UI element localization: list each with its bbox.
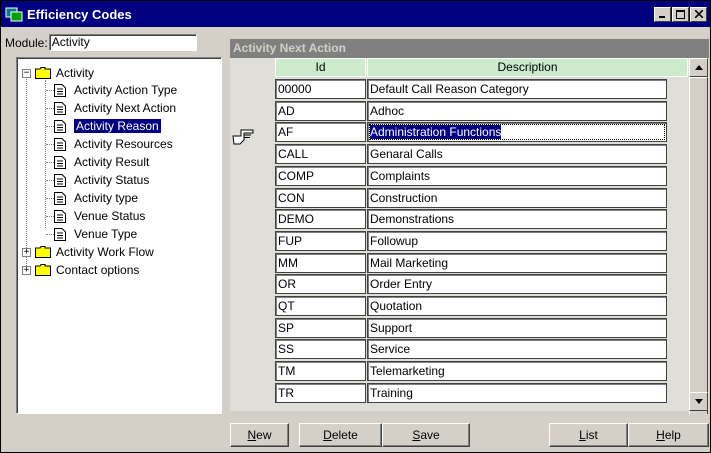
cell-id[interactable]: SS — [275, 339, 366, 359]
tree-item-activity-reason[interactable]: Activity Reason — [54, 119, 161, 133]
grid-scrollbar[interactable] — [689, 58, 708, 415]
document-icon — [54, 191, 66, 205]
cell-id[interactable]: OR — [275, 274, 366, 294]
tree-item-activity-next-action[interactable]: Activity Next Action — [54, 101, 176, 115]
window-title: Efficiency Codes — [27, 6, 132, 22]
tree-node-activity[interactable]: − Activity — [22, 66, 94, 80]
cell-description[interactable]: Training — [367, 383, 667, 403]
cell-description[interactable]: Default Call Reason Category — [367, 79, 667, 99]
tree-node-activity-work-flow[interactable]: + Activity Work Flow — [22, 245, 154, 259]
document-icon — [54, 227, 66, 241]
cell-id[interactable]: COMP — [275, 166, 366, 186]
cell-description[interactable]: Service — [367, 339, 667, 359]
delete-button[interactable]: Delete — [299, 423, 382, 447]
save-button[interactable]: Save — [382, 423, 470, 447]
document-icon — [54, 119, 66, 133]
cell-id[interactable]: AF — [275, 122, 366, 142]
tree-node-contact-options[interactable]: + Contact options — [22, 263, 139, 277]
title-bar: Efficiency Codes — [1, 1, 710, 27]
cell-id[interactable]: TR — [275, 383, 366, 403]
tree-item-activity-type[interactable]: Activity type — [54, 191, 138, 205]
tree-selected-label: Activity Reason — [74, 119, 161, 133]
minimize-icon[interactable] — [654, 6, 671, 22]
module-row: Module: Activity — [5, 34, 197, 51]
collapse-icon[interactable]: − — [22, 68, 31, 78]
cell-description[interactable]: Genaral Calls — [367, 144, 667, 164]
cell-description[interactable]: Quotation — [367, 296, 667, 316]
tree-label-activity: Activity — [56, 66, 95, 80]
tree-item-activity-action-type[interactable]: Activity Action Type — [54, 83, 177, 97]
cell-description[interactable]: Followup — [367, 231, 667, 251]
document-icon — [54, 209, 66, 223]
cell-id[interactable]: CON — [275, 188, 366, 208]
close-icon[interactable] — [690, 6, 707, 22]
cell-description[interactable]: Construction — [367, 188, 667, 208]
cell-description[interactable]: Telemarketing — [367, 361, 667, 381]
list-button[interactable]: List — [549, 423, 628, 447]
tree-item-activity-resources[interactable]: Activity Resources — [54, 137, 173, 151]
codes-grid: Id Description 00000 Default Call Reason … — [230, 58, 709, 411]
pointing-hand-icon — [232, 129, 254, 145]
cell-id[interactable]: FUP — [275, 231, 366, 251]
expand-icon[interactable]: + — [22, 265, 31, 275]
document-icon — [54, 155, 66, 169]
cell-description[interactable]: Mail Marketing — [367, 253, 667, 273]
scroll-up-icon[interactable] — [689, 58, 708, 77]
cell-id[interactable]: QT — [275, 296, 366, 316]
cell-description[interactable]: Order Entry — [367, 274, 667, 294]
tree-item-activity-result[interactable]: Activity Result — [54, 155, 149, 169]
module-label: Module: — [5, 35, 48, 50]
cell-description[interactable]: Support — [367, 318, 667, 338]
tree-item-venue-status[interactable]: Venue Status — [54, 209, 145, 223]
tree-item-activity-status[interactable]: Activity Status — [54, 173, 149, 187]
expand-icon[interactable]: + — [22, 247, 31, 257]
folder-icon — [35, 67, 51, 79]
cell-id[interactable]: MM — [275, 253, 366, 273]
grid-title: Activity Next Action — [230, 39, 709, 58]
cell-id[interactable]: CALL — [275, 144, 366, 164]
cell-id[interactable]: 00000 — [275, 79, 366, 99]
maximize-icon[interactable] — [672, 6, 689, 22]
scroll-thumb[interactable] — [689, 77, 708, 415]
cell-description[interactable]: Adhoc — [367, 101, 667, 121]
cell-description[interactable]: Administration Functions — [367, 122, 667, 142]
column-header-description[interactable]: Description — [367, 58, 688, 77]
module-tree[interactable]: − Activity Activity Action Type Activity… — [16, 57, 222, 414]
document-icon — [54, 173, 66, 187]
folder-icon — [35, 246, 51, 258]
help-button[interactable]: Help — [628, 423, 709, 447]
tree-item-venue-type[interactable]: Venue Type — [54, 227, 137, 241]
column-header-id[interactable]: Id — [275, 58, 366, 77]
folder-icon — [35, 264, 51, 276]
selected-description: Administration Functions — [370, 125, 502, 139]
scroll-down-icon[interactable] — [689, 392, 708, 411]
cell-id[interactable]: DEMO — [275, 209, 366, 229]
cell-id[interactable]: SP — [275, 318, 366, 338]
document-icon — [54, 101, 66, 115]
cell-id[interactable]: TM — [275, 361, 366, 381]
module-field[interactable]: Activity — [48, 34, 197, 51]
cell-description[interactable]: Demonstrations — [367, 209, 667, 229]
new-button[interactable]: New — [230, 423, 289, 447]
document-icon — [54, 137, 66, 151]
efficiency-codes-window: Efficiency Codes Module: Activity − Acti… — [0, 0, 711, 453]
cell-description[interactable]: Complaints — [367, 166, 667, 186]
cell-id[interactable]: AD — [275, 101, 366, 121]
app-icon — [5, 7, 23, 22]
document-icon — [54, 83, 66, 97]
